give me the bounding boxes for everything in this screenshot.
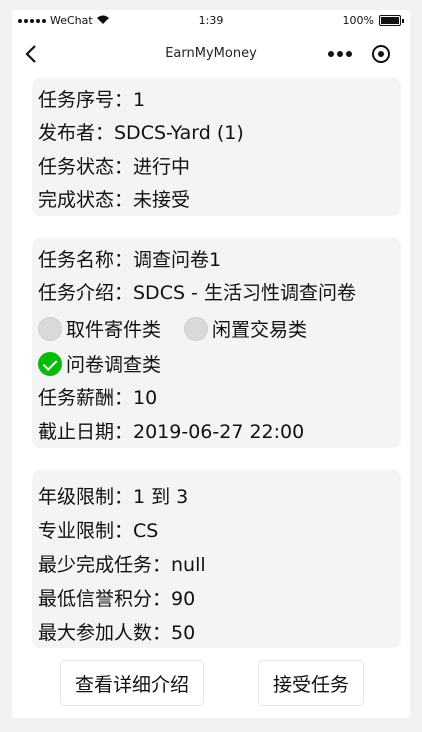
battery-icon: [379, 15, 401, 26]
completion-status: 完成状态：未接受: [38, 189, 191, 211]
task-status: 任务状态：进行中: [38, 156, 191, 178]
publisher: 发布者：SDCS-Yard (1): [38, 122, 244, 144]
max-participants: 最大参加人数：50: [38, 622, 196, 644]
mini-program-capsule: [318, 40, 400, 68]
grade-limit: 年级限制：1 到 3: [38, 486, 189, 508]
min-credit: 最低信誉积分：90: [38, 588, 196, 610]
nav-bar: EarnMyMoney: [12, 34, 410, 74]
category-secondhand[interactable]: 闲置交易类: [184, 315, 307, 342]
category-survey[interactable]: 问卷调查类: [38, 350, 161, 377]
more-icon[interactable]: [328, 51, 352, 57]
checkmark-icon: [38, 351, 62, 376]
category-label: 问卷调查类: [66, 354, 162, 376]
task-requirements-card: 年级限制：1 到 3 专业限制：CS 最少完成任务：null 最低信誉积分：90…: [32, 470, 401, 648]
close-target-icon[interactable]: [372, 45, 390, 63]
battery-tip: [402, 18, 404, 23]
task-detail-card: 任务名称：调查问卷1 任务介绍：SDCS - 生活习性调查问卷 取件寄件类 闲置…: [32, 238, 401, 448]
battery-percent: 100%: [342, 14, 374, 27]
deadline: 截止日期：2019-06-27 22:00: [38, 421, 305, 443]
task-reward: 任务薪酬：10: [38, 387, 158, 409]
task-name: 任务名称：调查问卷1: [38, 249, 222, 271]
status-bar: WeChat 1:39 100%: [12, 10, 410, 32]
view-details-button[interactable]: 查看详细介绍: [60, 660, 204, 706]
task-intro: 任务介绍：SDCS - 生活习性调查问卷: [38, 282, 356, 304]
category-label: 闲置交易类: [212, 319, 308, 341]
accept-task-button[interactable]: 接受任务: [258, 660, 364, 706]
category-pickup[interactable]: 取件寄件类: [38, 315, 161, 342]
phone-screen: WeChat 1:39 100% EarnMyMoney 任务序号：1 发布者：…: [12, 10, 410, 718]
task-number: 任务序号：1: [38, 89, 146, 111]
radio-unchecked-icon: [38, 316, 62, 341]
battery-area: 100%: [343, 14, 404, 27]
radio-unchecked-icon: [184, 316, 208, 341]
category-label: 取件寄件类: [66, 319, 162, 341]
major-limit: 专业限制：CS: [38, 520, 159, 542]
task-basic-card: 任务序号：1 发布者：SDCS-Yard (1) 任务状态：进行中 完成状态：未…: [32, 78, 401, 216]
min-tasks: 最少完成任务：null: [38, 554, 206, 576]
